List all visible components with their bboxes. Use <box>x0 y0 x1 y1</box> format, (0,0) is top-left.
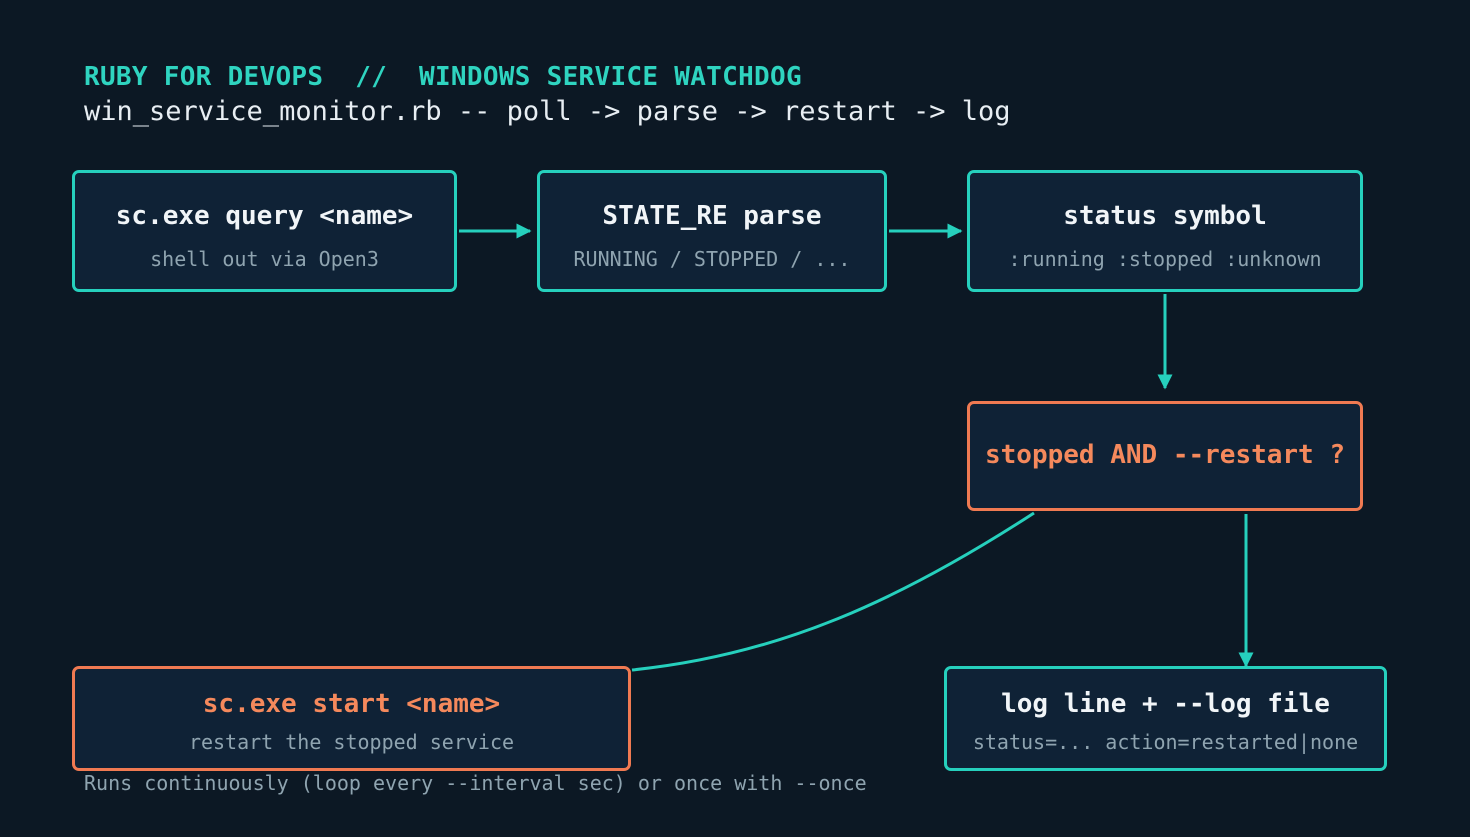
node-status-symbol-label: status symbol <box>1063 201 1267 231</box>
node-status-symbol: status symbol :running :stopped :unknown <box>967 170 1363 292</box>
node-restart-decision: stopped AND --restart ? <box>967 401 1363 511</box>
node-log-line: log line + --log file status=... action=… <box>944 666 1387 771</box>
node-log-line-sublabel: status=... action=restarted|none <box>972 730 1359 754</box>
diagram-canvas: RUBY FOR DEVOPS // WINDOWS SERVICE WATCH… <box>0 0 1470 837</box>
node-sc-start: sc.exe start <name> restart the stopped … <box>72 666 631 771</box>
node-sc-start-label: sc.exe start <name> <box>202 689 501 719</box>
footer-note: Runs continuously (loop every --interval… <box>84 771 867 795</box>
node-restart-decision-label: stopped AND --restart ? <box>984 440 1346 470</box>
node-state-parse: STATE_RE parse RUNNING / STOPPED / ... <box>537 170 887 292</box>
node-status-symbol-sublabel: :running :stopped :unknown <box>1008 247 1322 271</box>
node-sc-query: sc.exe query <name> shell out via Open3 <box>72 170 457 292</box>
node-log-line-label: log line + --log file <box>1001 689 1330 719</box>
node-sc-query-label: sc.exe query <name> <box>115 201 414 231</box>
edge-decision-to-start <box>631 511 1035 672</box>
node-sc-query-sublabel: shell out via Open3 <box>150 247 379 271</box>
node-state-parse-label: STATE_RE parse <box>602 201 822 231</box>
node-state-parse-sublabel: RUNNING / STOPPED / ... <box>573 247 851 271</box>
node-sc-start-sublabel: restart the stopped service <box>188 730 515 754</box>
